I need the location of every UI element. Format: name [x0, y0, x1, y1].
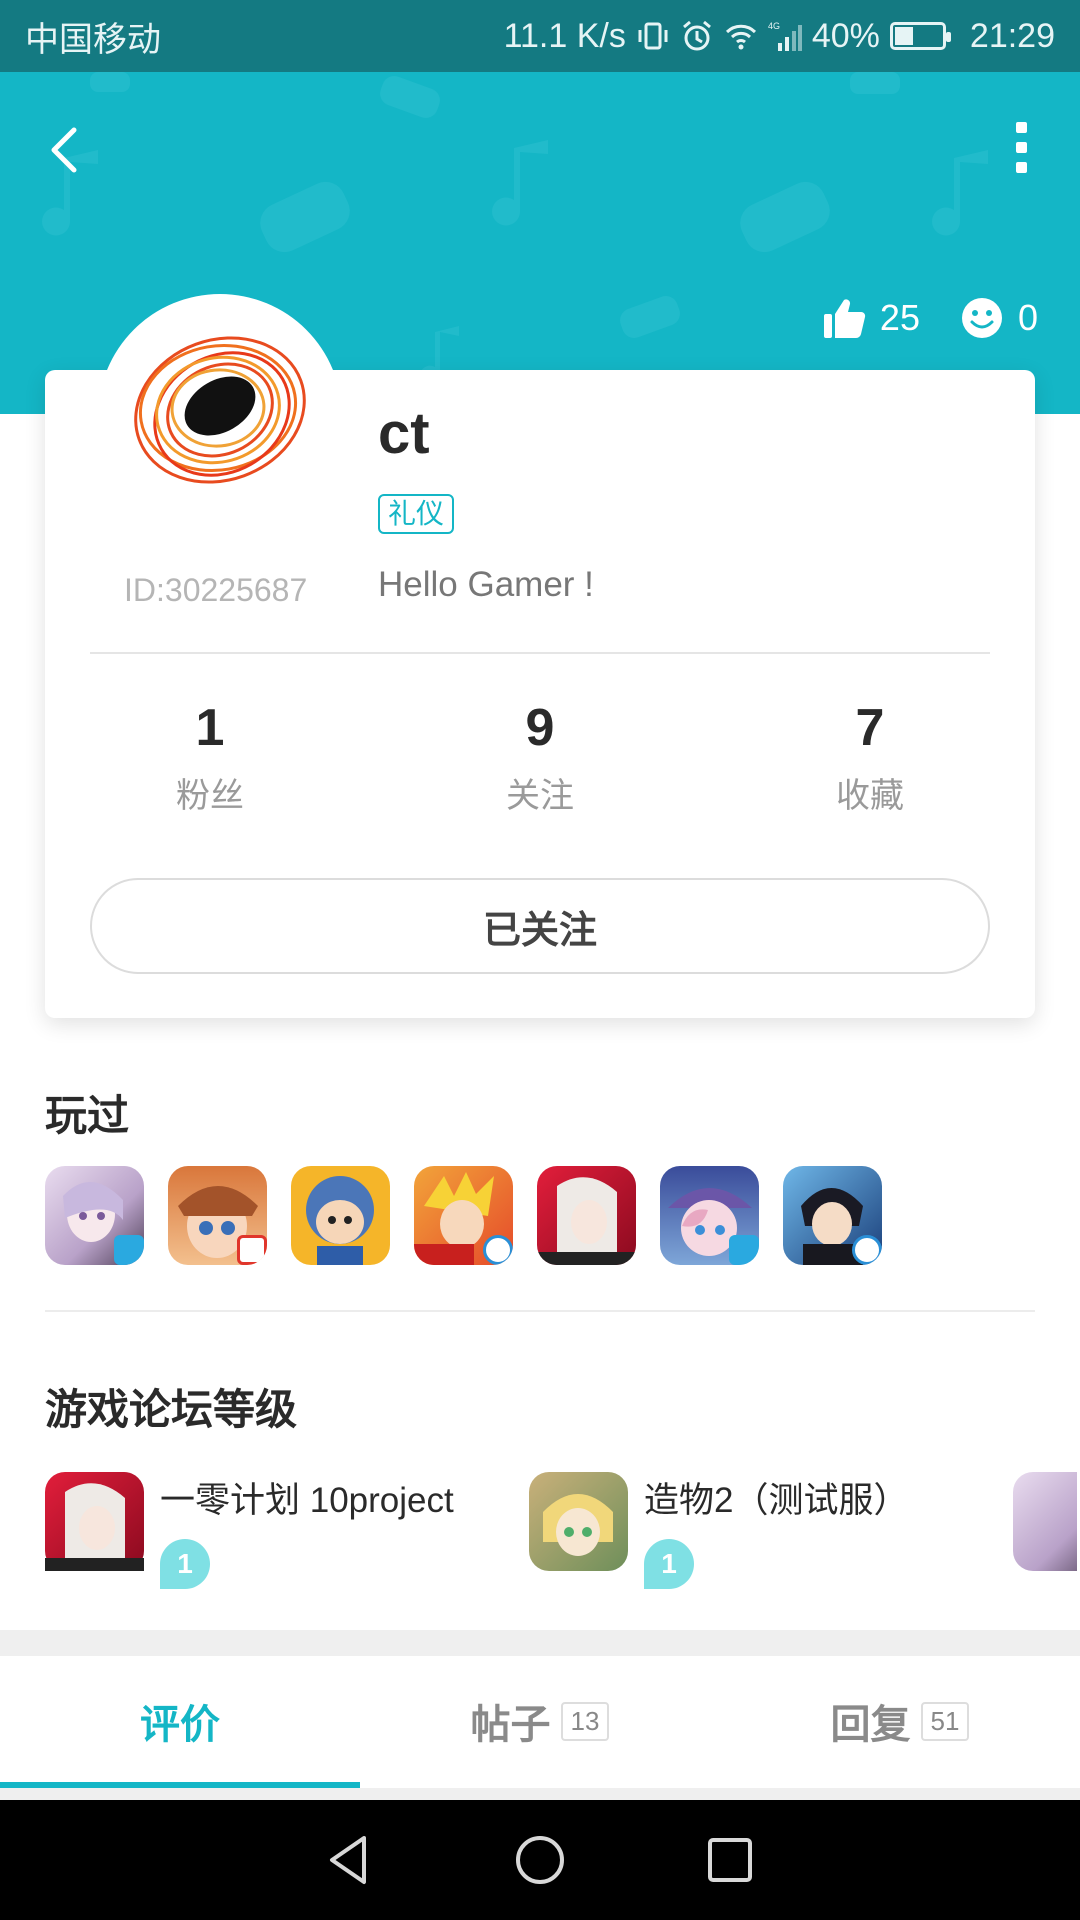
followers-count[interactable]: 1 粉丝: [45, 698, 375, 817]
game-icon-5[interactable]: [537, 1166, 636, 1265]
follow-button[interactable]: 已关注: [90, 878, 990, 974]
avatar[interactable]: [114, 310, 326, 522]
smiles-stat: 0: [960, 296, 1038, 340]
section-gap: [0, 1630, 1080, 1656]
forum-level-list: 一零计划 10project 1 造物2（测试服） 1: [45, 1472, 1077, 1589]
smile-icon: [961, 298, 1002, 338]
card-divider: [90, 652, 990, 654]
tab-label: 帖子: [470, 1703, 551, 1747]
profile-counts: 1 粉丝 9 关注 7 收藏: [45, 698, 1035, 817]
carrier-label: 中国移动: [25, 20, 161, 59]
tabs-bottom-band: [0, 1788, 1080, 1800]
game-icon-1[interactable]: [45, 1166, 144, 1265]
alarm-icon: [682, 20, 711, 51]
clock: 21:29: [969, 16, 1055, 55]
tab-count-badge: 51: [920, 1701, 970, 1741]
system-nav-bar: [0, 1800, 1080, 1920]
forum-item-zaowu2[interactable]: 造物2（测试服） 1: [529, 1472, 1013, 1589]
likes-stat: 25: [822, 296, 920, 340]
status-bar: 中国移动 11.1 K/s 4G 40% 21:29: [0, 0, 1080, 72]
favorites-label: 收藏: [836, 777, 904, 815]
thumbs-up-icon: [823, 299, 866, 339]
followers-number: 1: [195, 699, 225, 757]
followers-label: 粉丝: [176, 777, 244, 815]
username: ct: [378, 401, 430, 466]
game-icon-6[interactable]: [660, 1166, 759, 1265]
played-section-title: 玩过: [45, 1092, 130, 1139]
forum-game-name: 一零计划 10project: [160, 1481, 454, 1520]
tab-count-badge: 13: [560, 1701, 610, 1741]
favorites-count[interactable]: 7 收藏: [705, 698, 1035, 817]
game-icon-3[interactable]: [291, 1166, 390, 1265]
tab-label: 评价: [140, 1703, 220, 1747]
following-number: 9: [525, 699, 555, 757]
forum-item-partial[interactable]: [1013, 1472, 1077, 1589]
played-games-list: [45, 1166, 882, 1265]
forum-game-icon: [529, 1472, 628, 1571]
forum-level-title: 游戏论坛等级: [45, 1386, 298, 1433]
back-button[interactable]: [40, 122, 92, 178]
level-badge: 1: [644, 1539, 694, 1589]
network-speed: 11.1 K/s: [503, 16, 626, 55]
game-icon-2[interactable]: [168, 1166, 267, 1265]
content-tabs: 评价 帖子 13 回复 51: [0, 1656, 1080, 1786]
forum-game-icon: [1013, 1472, 1077, 1571]
tab-label: 回复: [830, 1703, 911, 1747]
wifi-icon: [725, 24, 756, 50]
vibrate-icon: [638, 22, 668, 50]
user-id: ID:30225687: [124, 572, 308, 608]
tab-reviews[interactable]: 评价: [0, 1656, 360, 1786]
signal-icon: 4G: [768, 21, 802, 51]
nav-home-icon[interactable]: [510, 1830, 570, 1890]
svg-text:4G: 4G: [768, 21, 780, 31]
section-divider: [45, 1310, 1035, 1312]
forum-game-name: 造物2（测试服）: [644, 1481, 909, 1520]
smiles-count: 0: [1017, 297, 1038, 338]
level-badge: 1: [160, 1539, 210, 1589]
title-badge: 礼仪: [378, 494, 455, 534]
favorites-number: 7: [855, 699, 885, 757]
level-number: 1: [661, 1548, 677, 1579]
level-number: 1: [177, 1548, 193, 1579]
likes-count: 25: [879, 297, 920, 338]
tab-replies[interactable]: 回复 51: [720, 1656, 1080, 1786]
forum-game-icon: [45, 1472, 144, 1571]
tab-posts[interactable]: 帖子 13: [360, 1656, 720, 1786]
following-count[interactable]: 9 关注: [375, 698, 705, 817]
more-options-button[interactable]: [1006, 122, 1036, 182]
battery-icon: [889, 22, 951, 50]
forum-item-10project[interactable]: 一零计划 10project 1: [45, 1472, 529, 1589]
avatar-frame: [98, 294, 342, 538]
battery-percent: 40%: [811, 16, 880, 55]
bio: Hello Gamer !: [378, 565, 594, 604]
nav-recents-icon[interactable]: [700, 1830, 760, 1890]
game-icon-4[interactable]: [414, 1166, 513, 1265]
following-label: 关注: [506, 777, 574, 815]
nav-back-icon[interactable]: [320, 1830, 380, 1890]
game-icon-7[interactable]: [783, 1166, 882, 1265]
